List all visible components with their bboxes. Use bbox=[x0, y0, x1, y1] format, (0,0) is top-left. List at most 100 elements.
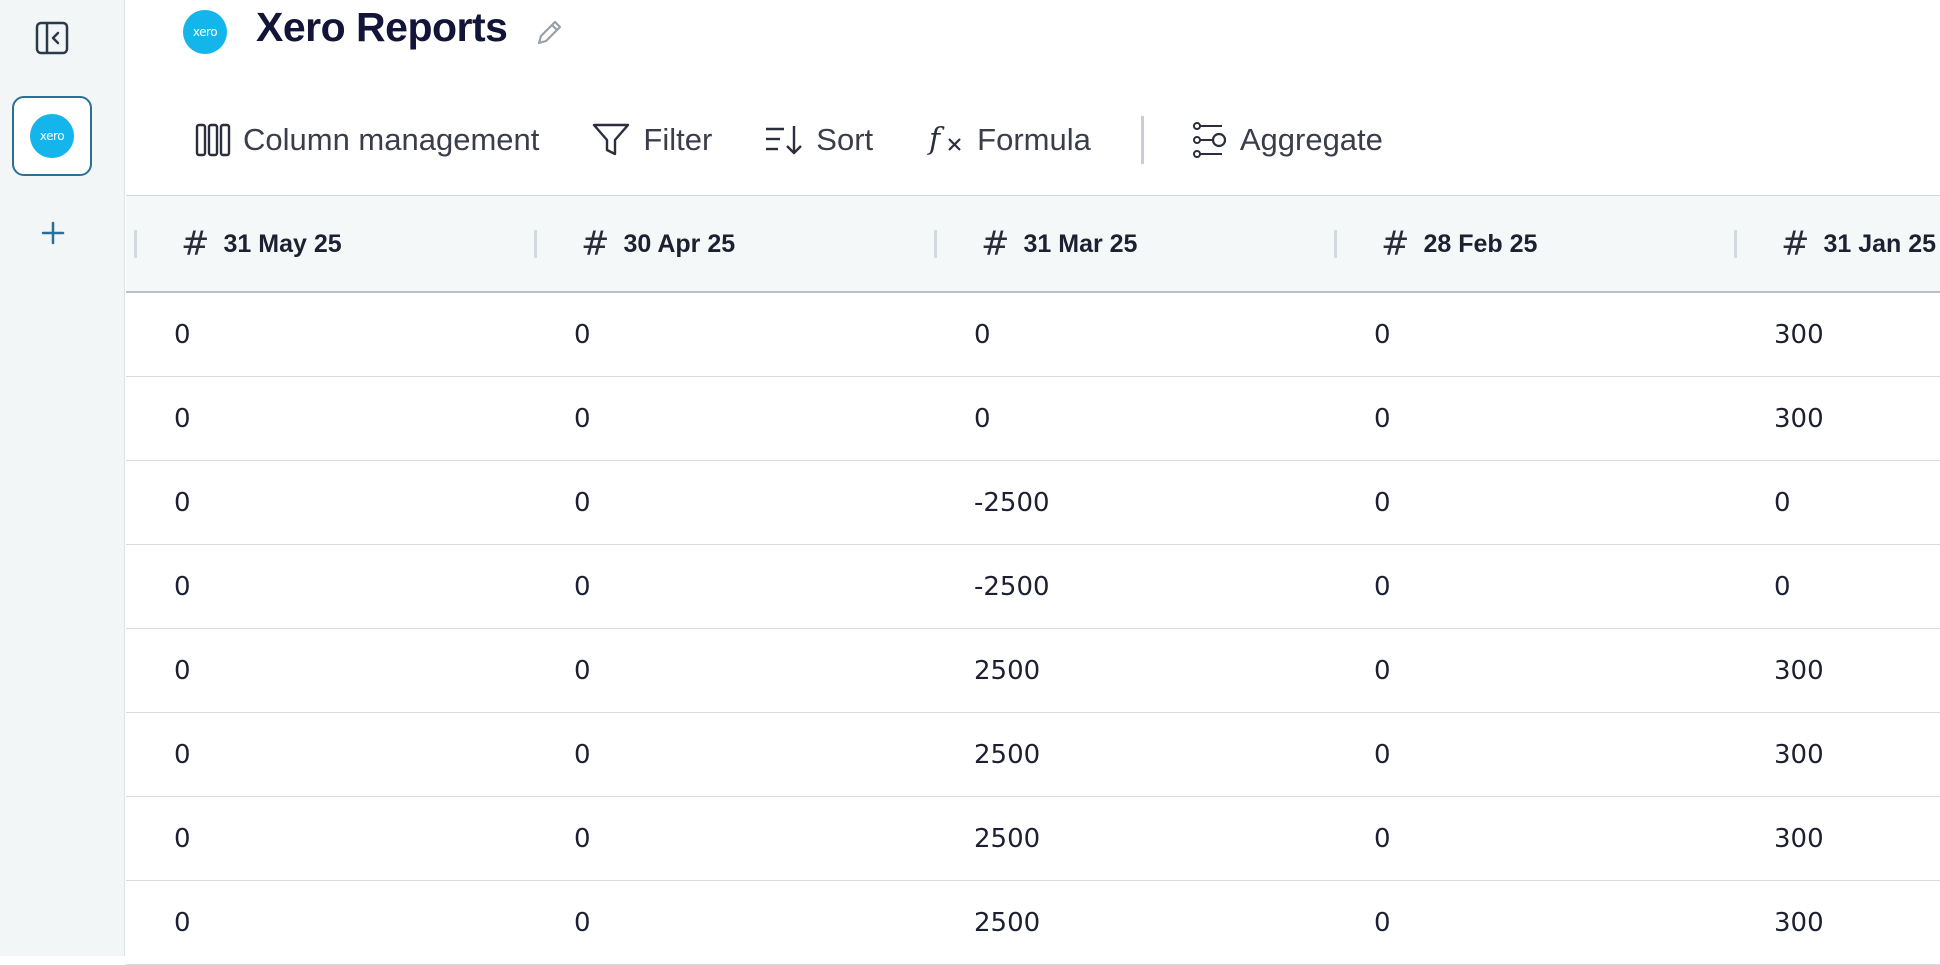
toolbar-divider bbox=[1140, 116, 1144, 164]
table-cell[interactable]: 0 bbox=[574, 713, 591, 797]
table-cell[interactable]: 0 bbox=[174, 377, 191, 461]
table-cell[interactable]: 0 bbox=[174, 881, 191, 965]
table-cell[interactable]: -2500 bbox=[974, 545, 1050, 629]
column-management-button[interactable]: Column management bbox=[195, 112, 539, 168]
plus-icon bbox=[41, 221, 65, 245]
column-header-label: 31 Jan 25 bbox=[1823, 229, 1937, 258]
table-cell[interactable]: 0 bbox=[574, 629, 591, 713]
collapse-sidebar-icon bbox=[35, 21, 69, 55]
column-header-label: 31 May 25 bbox=[223, 229, 342, 258]
table-cell[interactable]: 0 bbox=[174, 629, 191, 713]
table-cell[interactable]: 0 bbox=[174, 797, 191, 881]
aggregate-icon bbox=[1192, 122, 1226, 158]
column-resize-handle[interactable] bbox=[934, 230, 937, 258]
table-cell[interactable]: 0 bbox=[1374, 629, 1391, 713]
table-cell[interactable]: 300 bbox=[1774, 881, 1824, 965]
table-row[interactable]: 0 0 -2500 0 0 bbox=[126, 545, 1940, 629]
table-cell[interactable]: 0 bbox=[574, 881, 591, 965]
table-row[interactable]: 0 0 0 0 300 bbox=[126, 293, 1940, 377]
table-cell[interactable]: 0 bbox=[1374, 881, 1391, 965]
table-cell[interactable]: 0 bbox=[1374, 461, 1391, 545]
table-cell[interactable]: 2500 bbox=[974, 797, 1040, 881]
table-cell[interactable]: 300 bbox=[1774, 797, 1824, 881]
xero-app-tab[interactable]: xero bbox=[12, 96, 92, 176]
table-cell[interactable]: 0 bbox=[1374, 797, 1391, 881]
column-header-label: 28 Feb 25 bbox=[1423, 229, 1538, 258]
filter-label: Filter bbox=[643, 122, 713, 157]
column-management-label: Column management bbox=[243, 122, 540, 157]
column-resize-handle[interactable] bbox=[1734, 230, 1737, 258]
column-header[interactable]: # 31 May 25 bbox=[181, 196, 342, 292]
table-cell[interactable]: 2500 bbox=[974, 629, 1040, 713]
table-cell[interactable]: 0 bbox=[1374, 713, 1391, 797]
sort-button[interactable]: Sort bbox=[764, 112, 873, 168]
edit-title-button[interactable] bbox=[532, 16, 566, 50]
sort-icon bbox=[766, 126, 803, 155]
table-cell[interactable]: 0 bbox=[174, 293, 191, 377]
table-cell[interactable]: 0 bbox=[1774, 461, 1791, 545]
svg-text:f: f bbox=[927, 122, 945, 157]
table-row[interactable]: 0 0 -2500 0 0 bbox=[126, 461, 1940, 545]
column-header-label: 31 Mar 25 bbox=[1023, 229, 1138, 258]
table-cell[interactable]: 0 bbox=[974, 293, 991, 377]
table-row[interactable]: 0 0 2500 0 300 bbox=[126, 629, 1940, 713]
table-cell[interactable]: 0 bbox=[574, 293, 591, 377]
table-cell[interactable]: 0 bbox=[974, 377, 991, 461]
column-resize-handle[interactable] bbox=[134, 230, 137, 258]
table-row[interactable]: 0 0 2500 0 300 bbox=[126, 881, 1940, 965]
table-cell[interactable]: 0 bbox=[1374, 377, 1391, 461]
add-source-button[interactable] bbox=[36, 216, 70, 250]
formula-icon: f bbox=[927, 122, 961, 157]
filter-icon bbox=[593, 123, 630, 156]
table-cell[interactable]: 0 bbox=[574, 545, 591, 629]
number-type-icon: # bbox=[581, 224, 610, 264]
table-cell[interactable]: 2500 bbox=[974, 881, 1040, 965]
table-cell[interactable]: 0 bbox=[174, 545, 191, 629]
table-cell[interactable]: 300 bbox=[1774, 713, 1824, 797]
table-cell[interactable]: 0 bbox=[1374, 293, 1391, 377]
table-cell[interactable]: 0 bbox=[174, 713, 191, 797]
table-cell[interactable]: 0 bbox=[174, 461, 191, 545]
page-title: Xero Reports bbox=[256, 4, 508, 50]
data-table: # 31 May 25 # 30 Apr 25 # 31 Mar 25 # 28… bbox=[126, 195, 1940, 965]
table-cell[interactable]: -2500 bbox=[974, 461, 1050, 545]
pencil-icon bbox=[537, 20, 562, 45]
columns-icon bbox=[195, 123, 231, 157]
left-rail: xero bbox=[0, 0, 125, 956]
table-cell[interactable]: 300 bbox=[1774, 377, 1824, 461]
number-type-icon: # bbox=[1781, 224, 1810, 264]
aggregate-label: Aggregate bbox=[1239, 122, 1383, 157]
column-resize-handle[interactable] bbox=[534, 230, 537, 258]
table-header: # 31 May 25 # 30 Apr 25 # 31 Mar 25 # 28… bbox=[126, 195, 1940, 293]
number-type-icon: # bbox=[181, 224, 210, 264]
column-header[interactable]: # 31 Jan 25 bbox=[1781, 196, 1936, 292]
table-row[interactable]: 0 0 2500 0 300 bbox=[126, 713, 1940, 797]
sort-label: Sort bbox=[816, 122, 874, 157]
column-header[interactable]: # 31 Mar 25 bbox=[981, 196, 1137, 292]
xero-logo-icon: xero bbox=[30, 114, 74, 158]
xero-logo-icon: xero bbox=[183, 10, 227, 54]
column-header[interactable]: # 30 Apr 25 bbox=[581, 196, 735, 292]
number-type-icon: # bbox=[1381, 224, 1410, 264]
column-resize-handle[interactable] bbox=[1334, 230, 1337, 258]
table-cell[interactable]: 300 bbox=[1774, 293, 1824, 377]
table-body: 0 0 0 0 300 0 0 0 0 300 0 0 -2500 0 0 0 … bbox=[126, 293, 1940, 965]
table-cell[interactable]: 0 bbox=[574, 797, 591, 881]
table-cell[interactable]: 0 bbox=[1774, 545, 1791, 629]
collapse-sidebar-button[interactable] bbox=[34, 19, 70, 57]
table-row[interactable]: 0 0 2500 0 300 bbox=[126, 797, 1940, 881]
table-cell[interactable]: 300 bbox=[1774, 629, 1824, 713]
table-row[interactable]: 0 0 0 0 300 bbox=[126, 377, 1940, 461]
formula-label: Formula bbox=[977, 122, 1091, 157]
table-cell[interactable]: 0 bbox=[1374, 545, 1391, 629]
column-header-label: 30 Apr 25 bbox=[623, 229, 736, 258]
filter-button[interactable]: Filter bbox=[591, 112, 712, 168]
table-cell[interactable]: 0 bbox=[574, 377, 591, 461]
formula-button[interactable]: f Formula bbox=[927, 112, 1091, 168]
table-cell[interactable]: 0 bbox=[574, 461, 591, 545]
column-header[interactable]: # 28 Feb 25 bbox=[1381, 196, 1537, 292]
table-cell[interactable]: 2500 bbox=[974, 713, 1040, 797]
number-type-icon: # bbox=[981, 224, 1010, 264]
toolbar: Column management Filter Sort f Formula bbox=[195, 112, 1383, 168]
aggregate-button[interactable]: Aggregate bbox=[1192, 112, 1383, 168]
